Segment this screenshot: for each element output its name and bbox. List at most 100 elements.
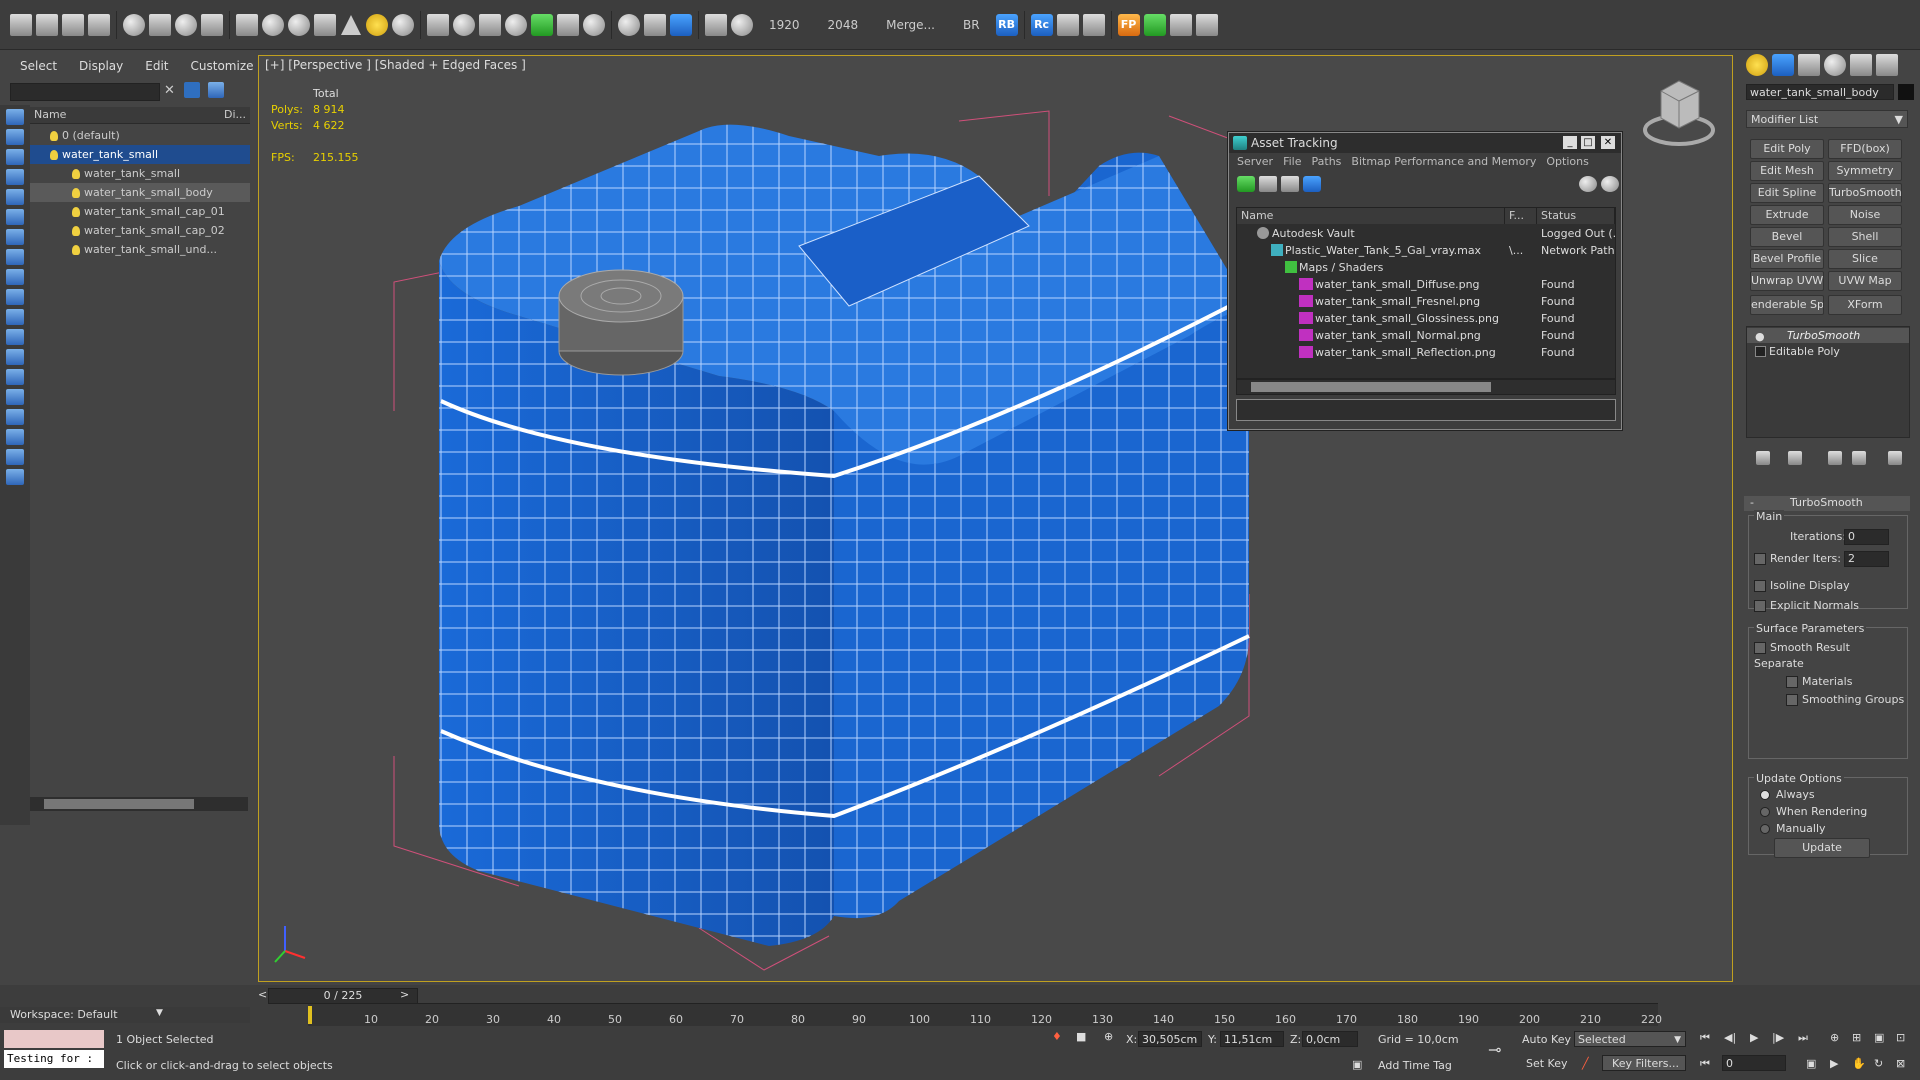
set-key-button[interactable]: Set Key <box>1526 1057 1568 1070</box>
maxscript-listener[interactable]: Testing for : <box>4 1050 104 1068</box>
filter-icon[interactable] <box>184 82 200 98</box>
time-prev-icon[interactable]: < <box>258 988 267 1001</box>
snowflake-icon[interactable] <box>505 13 527 36</box>
stack-item-turbosmooth[interactable]: ● TurboSmooth <box>1747 328 1909 343</box>
fp-button[interactable]: FP <box>1117 13 1140 36</box>
asset-row-fresnel[interactable]: water_tank_small_Fresnel.png Found <box>1237 293 1615 310</box>
column-name[interactable]: Name <box>1237 208 1505 224</box>
z-coordinate-field[interactable]: 0,0cm <box>1302 1031 1358 1047</box>
scene-row-underside[interactable]: water_tank_small_und... <box>30 240 250 259</box>
asset-row-glossiness[interactable]: water_tank_small_Glossiness.png Found <box>1237 310 1615 327</box>
bulb-icon[interactable] <box>72 188 80 198</box>
pan-icon[interactable]: ✋ <box>1852 1057 1866 1070</box>
xform-button[interactable]: XForm <box>1828 295 1902 315</box>
material-editor-icon[interactable] <box>201 13 223 36</box>
bevel-button[interactable]: Bevel <box>1750 227 1824 247</box>
display-tab-icon[interactable] <box>1850 54 1872 76</box>
slice-button[interactable]: Slice <box>1828 249 1902 269</box>
key-filters-button[interactable]: Key Filters... <box>1602 1055 1686 1071</box>
unwrap-uvw-button[interactable]: Unwrap UVW <box>1750 271 1824 291</box>
modify-tab-icon[interactable] <box>1772 54 1794 76</box>
select-filter-icon[interactable] <box>123 13 145 36</box>
list-view-icon[interactable] <box>1259 176 1277 192</box>
next-frame-icon[interactable]: |▶ <box>1772 1031 1784 1044</box>
display-helpers-icon[interactable] <box>6 229 24 245</box>
edit-spline-button[interactable]: Edit Spline <box>1750 183 1824 203</box>
uvw-map-button[interactable]: UVW Map <box>1828 271 1902 291</box>
render-icon[interactable] <box>618 13 640 36</box>
zoom-all-icon[interactable]: ⊞ <box>1852 1031 1861 1044</box>
find-icon[interactable] <box>6 449 24 465</box>
layer-toggle-icon[interactable] <box>208 82 224 98</box>
menu-edit[interactable]: Edit <box>145 59 168 73</box>
smoothing-groups-checkbox[interactable] <box>1786 694 1798 706</box>
ffd-box-button[interactable]: FFD(box) <box>1828 139 1902 159</box>
render-production-icon[interactable] <box>670 13 692 36</box>
tree-view-icon[interactable] <box>1281 176 1299 192</box>
bulb-icon[interactable] <box>50 150 58 160</box>
symmetry-button[interactable]: Symmetry <box>1828 161 1902 181</box>
extrude-button[interactable]: Extrude <box>1750 205 1824 225</box>
orbit-icon[interactable]: ↻ <box>1874 1057 1883 1070</box>
funnel-icon[interactable] <box>6 429 24 445</box>
renderable-spline-button[interactable]: enderable Splir <box>1750 295 1824 315</box>
scene-search-input[interactable] <box>10 83 160 101</box>
display-bones-icon[interactable] <box>6 309 24 325</box>
clipboard-icon[interactable] <box>6 469 24 485</box>
asset-table-scrollbar[interactable] <box>1236 379 1616 395</box>
object-color-swatch[interactable] <box>1898 84 1914 100</box>
display-containers-icon[interactable] <box>6 329 24 345</box>
smooth-result-checkbox[interactable] <box>1754 642 1766 654</box>
shell-button[interactable]: Shell <box>1828 227 1902 247</box>
wrench-icon[interactable] <box>1169 13 1192 36</box>
time-tag-icon[interactable]: ▣ <box>1352 1058 1362 1071</box>
asset-row-diffuse[interactable]: water_tank_small_Diffuse.png Found <box>1237 276 1615 293</box>
rb-button[interactable]: RB <box>995 13 1018 36</box>
clear-search-icon[interactable]: ✕ <box>164 83 175 98</box>
maximize-button[interactable]: □ <box>1581 136 1595 149</box>
manually-radio[interactable] <box>1760 824 1770 834</box>
workspace-selector[interactable]: Workspace: Default ▼ <box>0 1007 250 1023</box>
create-tab-icon[interactable] <box>1746 54 1768 76</box>
grid-icon[interactable] <box>427 13 449 36</box>
menu-customize[interactable]: Customize <box>191 59 254 73</box>
remove-modifier-icon[interactable] <box>1852 451 1866 465</box>
layer-manager-icon[interactable] <box>88 13 110 36</box>
display-groups-icon[interactable] <box>6 269 24 285</box>
close-button[interactable]: ✕ <box>1601 136 1615 149</box>
play-icon[interactable]: ▶ <box>1750 1031 1758 1044</box>
render-setup-icon[interactable] <box>36 13 58 36</box>
hierarchy-tab-icon[interactable] <box>1798 54 1820 76</box>
edit-poly-button[interactable]: Edit Poly <box>1750 139 1824 159</box>
scene-row-cap-02[interactable]: water_tank_small_cap_02 <box>30 221 250 240</box>
table-icon[interactable] <box>1195 13 1218 36</box>
show-end-result-icon[interactable] <box>1788 451 1802 465</box>
y-coordinate-field[interactable]: 11,51cm <box>1220 1031 1284 1047</box>
render-frame-icon[interactable] <box>644 13 666 36</box>
tools-icon[interactable] <box>1056 13 1079 36</box>
column-f[interactable]: F... <box>1505 208 1537 224</box>
refresh-icon[interactable] <box>1237 176 1255 192</box>
field-of-view-icon[interactable]: ▶ <box>1830 1057 1838 1070</box>
key-mode-toggle-icon[interactable]: ⏮ <box>1700 1057 1710 1071</box>
display-all-icon[interactable] <box>6 389 24 405</box>
bulb-icon[interactable] <box>72 226 80 236</box>
stack-item-editable-poly[interactable]: Editable Poly <box>1747 344 1909 359</box>
always-radio[interactable] <box>1760 790 1770 800</box>
edit-mesh-button[interactable]: Edit Mesh <box>1750 161 1824 181</box>
bulb-icon[interactable] <box>72 169 80 179</box>
menu-file[interactable]: File <box>1283 153 1301 171</box>
hemisphere-icon[interactable] <box>262 13 284 36</box>
isolate-icon[interactable]: ♦ <box>1052 1030 1062 1043</box>
helper-icon[interactable] <box>479 13 501 36</box>
lightbulb-icon[interactable]: ● <box>1755 330 1765 343</box>
view-cube[interactable] <box>1643 80 1715 146</box>
pin-stack-icon[interactable] <box>1756 451 1770 465</box>
display-warps-icon[interactable] <box>6 249 24 265</box>
scene-row-cap-01[interactable]: water_tank_small_cap_01 <box>30 202 250 221</box>
table-view-icon[interactable] <box>1303 176 1321 192</box>
key-set-dropdown[interactable]: Selected ▼ <box>1574 1031 1686 1047</box>
zoom-icon[interactable]: ⊕ <box>1830 1031 1839 1044</box>
display-shapes-icon[interactable] <box>6 169 24 185</box>
bulb-icon[interactable] <box>72 245 80 255</box>
